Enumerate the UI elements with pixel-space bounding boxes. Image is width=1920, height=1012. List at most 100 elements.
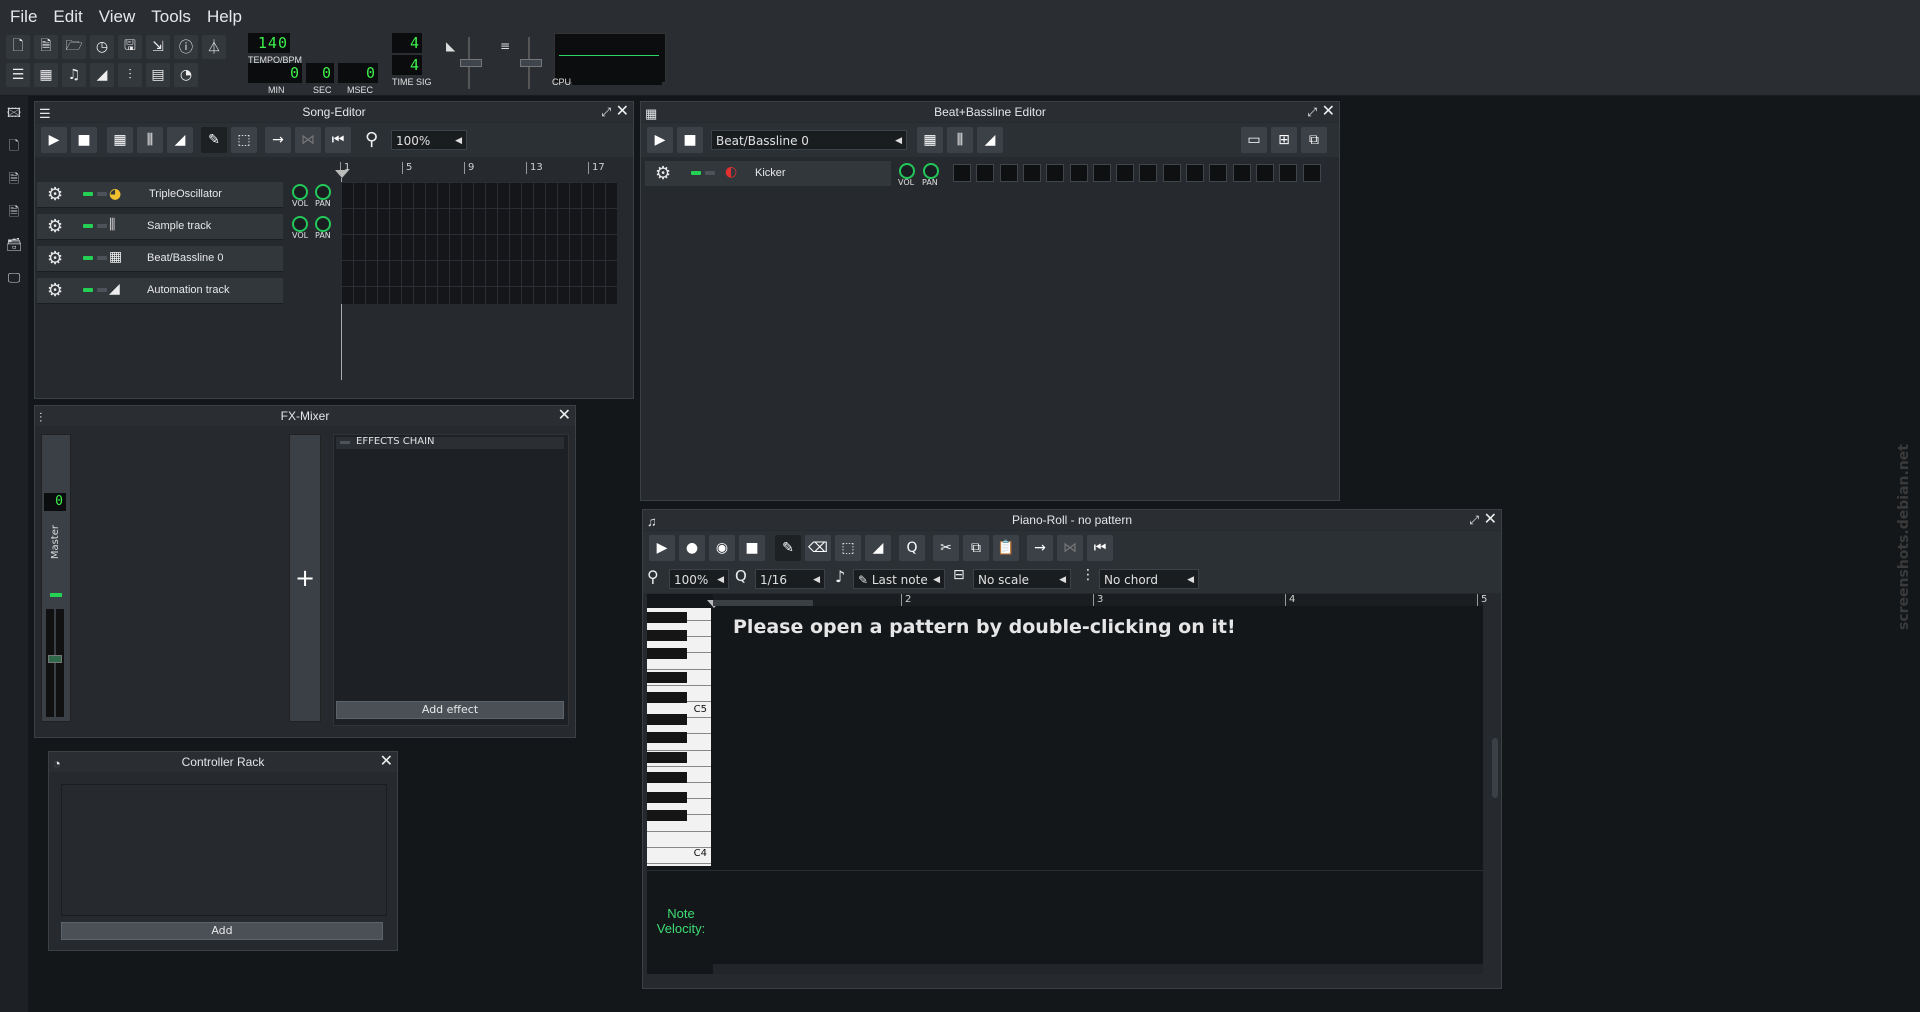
auto-scroll-button[interactable]: → [265, 127, 291, 153]
add-channel-button[interactable]: + [289, 434, 321, 722]
add-steps-button[interactable]: ⊞ [1271, 127, 1297, 153]
master-pitch-handle[interactable] [520, 59, 542, 67]
record-while-playing-button[interactable]: ◉ [709, 535, 735, 561]
auto-scroll-button[interactable]: → [1027, 535, 1053, 561]
tempo-display[interactable]: 140 [248, 33, 290, 53]
zoom-combo[interactable]: 100% ◀ [669, 569, 729, 589]
song-editor-icon[interactable]: ☰ [6, 63, 30, 87]
step-button[interactable] [1232, 164, 1251, 182]
mute-button[interactable] [83, 192, 93, 196]
track-row[interactable]: ⚙ ⫼ Sample track VOL PAN [37, 214, 331, 240]
select-mode-button[interactable]: ⬚ [835, 535, 861, 561]
black-key[interactable] [647, 752, 687, 763]
add-controller-button[interactable]: Add [61, 922, 383, 940]
vertical-scrollbar[interactable] [1491, 608, 1499, 866]
mute-button[interactable] [83, 256, 93, 260]
paste-icon[interactable]: 📋 [993, 535, 1019, 561]
pan-knob[interactable] [315, 184, 331, 200]
menu-tools[interactable]: Tools [141, 7, 197, 27]
black-key[interactable] [647, 630, 687, 641]
mute-button[interactable] [691, 171, 701, 175]
add-beat-bassline-button[interactable]: ▦ [107, 127, 133, 153]
timesig-denominator[interactable]: 4 [392, 55, 422, 75]
close-icon[interactable]: ✕ [380, 752, 393, 772]
new-from-template-icon[interactable]: 🗎 [34, 35, 58, 59]
pan-knob[interactable] [923, 163, 939, 179]
black-key[interactable] [647, 732, 687, 743]
save-project-icon[interactable]: 🖫 [118, 35, 142, 59]
volume-knob[interactable] [292, 216, 308, 232]
black-key[interactable] [647, 648, 687, 659]
step-button[interactable] [976, 164, 995, 182]
track-pattern-grid[interactable] [341, 182, 617, 304]
black-key[interactable] [647, 714, 687, 725]
remove-steps-button[interactable]: ▭ [1241, 127, 1267, 153]
recent-projects-icon[interactable]: ◷ [90, 35, 114, 59]
add-sample-track-button[interactable]: ⫼ [947, 127, 973, 153]
export-icon[interactable]: ⇲ [146, 35, 170, 59]
timeline-ruler[interactable]: 1 5 9 13 17 [340, 162, 620, 174]
solo-button[interactable] [97, 224, 107, 228]
step-button[interactable] [1186, 164, 1204, 182]
add-automation-track-button[interactable]: ◢ [977, 127, 1003, 153]
stop-button[interactable]: ■ [739, 535, 765, 561]
mute-button[interactable] [83, 288, 93, 292]
track-row[interactable]: ⚙ ◕ TripleOscillator VOL PAN [37, 182, 331, 208]
maximize-icon[interactable]: ⤢ [1469, 510, 1479, 530]
play-button[interactable]: ▶ [649, 535, 675, 561]
timeline-ruler[interactable]: 2 3 4 5 [713, 594, 1487, 606]
beat-bassline-icon[interactable]: ▦ [34, 63, 58, 87]
my-samples-icon[interactable]: 🗎 [6, 172, 22, 188]
chord-combo[interactable]: No chord ◀ [1099, 569, 1199, 589]
step-button[interactable] [1116, 164, 1135, 182]
quantize-button[interactable]: Q [899, 535, 925, 561]
solo-button[interactable] [97, 288, 107, 292]
zoom-combo[interactable]: 100% ◀ [391, 130, 467, 150]
black-key[interactable] [647, 612, 687, 623]
stop-behaviour-button[interactable]: ⏮ [325, 127, 351, 153]
close-icon[interactable]: ✕ [558, 406, 571, 426]
track-name[interactable]: TripleOscillator [149, 188, 222, 200]
track-row[interactable]: ⚙ ◢ Automation track [37, 278, 283, 304]
step-button[interactable] [1046, 164, 1065, 182]
gear-icon[interactable]: ⚙ [47, 280, 63, 301]
stop-button[interactable]: ■ [71, 127, 97, 153]
record-button[interactable]: ● [679, 535, 705, 561]
root-directory-icon[interactable]: 🖵 [6, 271, 22, 287]
detune-mode-button[interactable]: ◢ [865, 535, 891, 561]
play-button[interactable]: ▶ [41, 127, 67, 153]
edit-mode-button[interactable]: ⬚ [231, 127, 257, 153]
step-button[interactable] [1069, 164, 1088, 182]
loop-points-button[interactable]: ⋈ [295, 127, 321, 153]
black-key[interactable] [647, 810, 687, 821]
step-button[interactable] [999, 164, 1018, 182]
step-button[interactable] [953, 164, 971, 182]
copy-icon[interactable]: ⧉ [963, 535, 989, 561]
pan-knob[interactable] [315, 216, 331, 232]
cut-icon[interactable]: ✂ [933, 535, 959, 561]
step-button[interactable] [1279, 164, 1298, 182]
mute-button[interactable] [83, 224, 93, 228]
automation-editor-icon[interactable]: ◢ [90, 63, 114, 87]
step-button[interactable] [1255, 164, 1274, 182]
close-icon[interactable]: ✕ [1322, 102, 1335, 122]
playhead-marker[interactable] [335, 170, 349, 178]
my-projects-icon[interactable]: 🗋 [6, 139, 22, 155]
maximize-icon[interactable]: ⤢ [1307, 102, 1317, 122]
info-icon[interactable]: ⓘ [174, 35, 198, 59]
master-volume-handle[interactable] [460, 59, 482, 67]
track-row[interactable]: ⚙ ▦ Beat/Bassline 0 [37, 246, 283, 272]
menu-file[interactable]: File [0, 7, 43, 27]
loop-region[interactable] [713, 600, 813, 606]
controller-rack-icon[interactable]: ◔ [174, 63, 198, 87]
effects-enable-toggle[interactable] [340, 441, 350, 444]
black-key[interactable] [647, 672, 687, 683]
clone-steps-button[interactable]: ⧉ [1301, 127, 1327, 153]
timesig-numerator[interactable]: 4 [392, 33, 422, 53]
track-name[interactable]: Automation track [147, 284, 230, 296]
note-length-combo[interactable]: ✎ Last note ◀ [853, 569, 945, 589]
gear-icon[interactable]: ⚙ [47, 184, 63, 205]
stop-button[interactable]: ■ [677, 127, 703, 153]
menu-view[interactable]: View [89, 7, 142, 27]
metronome-icon[interactable]: ⏃ [202, 35, 226, 59]
